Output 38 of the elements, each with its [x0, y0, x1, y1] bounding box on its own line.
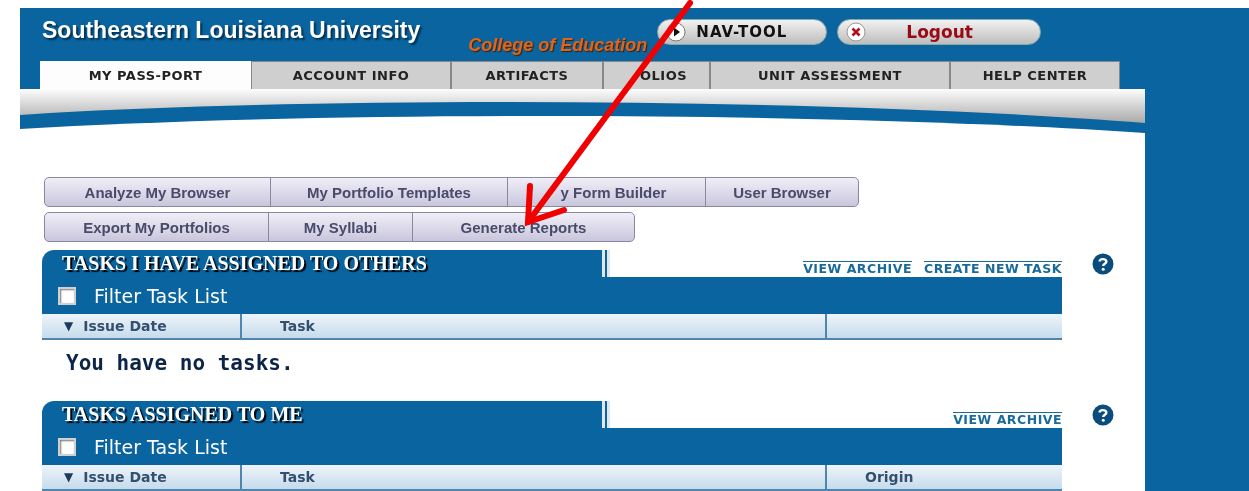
- toolbar-button[interactable]: User Browser: [705, 177, 859, 207]
- logout-button[interactable]: Logout: [837, 18, 1042, 45]
- nav-tab[interactable]: HELP CENTER: [950, 61, 1120, 89]
- filter-label: Filter Task List: [94, 284, 228, 307]
- column-label[interactable]: Issue Date: [83, 318, 167, 334]
- toolbar-button[interactable]: My Syllabi: [268, 212, 413, 242]
- toolbar-button[interactable]: Analyze My Browser: [44, 177, 271, 207]
- nav-tool-button[interactable]: NAV-TOOL: [657, 18, 828, 45]
- section-link[interactable]: VIEW ARCHIVE: [803, 261, 912, 276]
- section-title: TASKS I HAVE ASSIGNED TO OTHERS: [42, 250, 610, 277]
- filter-label: Filter Task List: [94, 435, 228, 458]
- help-icon[interactable]: [1092, 253, 1114, 275]
- filter-checkbox[interactable]: [58, 437, 76, 456]
- toolbar-button[interactable]: My Portfolio Templates: [270, 177, 508, 207]
- section-link[interactable]: CREATE NEW TASK: [923, 261, 1062, 276]
- help-icon[interactable]: [1092, 404, 1114, 426]
- column-header: Origin: [825, 465, 1062, 489]
- nav-tab[interactable]: UNIT ASSESSMENT: [710, 61, 950, 89]
- section-title: TASKS ASSIGNED TO ME: [42, 401, 610, 428]
- column-label[interactable]: Issue Date: [83, 469, 167, 485]
- section-link[interactable]: VIEW ARCHIVE: [953, 412, 1062, 427]
- toolbar-button[interactable]: y Form Builder: [507, 177, 706, 207]
- toolbar-button[interactable]: Export My Portfolios: [44, 212, 269, 242]
- column-header: Task: [240, 465, 825, 489]
- site-title: Southeastern Louisiana University: [42, 17, 421, 44]
- empty-message: You have no tasks.: [65, 350, 295, 377]
- sort-arrow-icon[interactable]: ▼: [64, 319, 74, 333]
- nav-tab[interactable]: ARTIFACTS: [451, 61, 603, 89]
- column-header: Task: [240, 314, 825, 338]
- nav-tab[interactable]: OLIOS: [603, 61, 710, 89]
- toolbar-button[interactable]: Generate Reports: [412, 212, 635, 242]
- close-icon: [846, 21, 867, 42]
- sort-arrow-icon[interactable]: ▼: [64, 470, 74, 484]
- nav-tab[interactable]: MY PASS-PORT: [40, 61, 251, 89]
- nav-tab[interactable]: ACCOUNT INFO: [251, 61, 451, 89]
- college-title: College of Education: [468, 35, 648, 56]
- filter-checkbox[interactable]: [58, 286, 76, 305]
- play-icon: [666, 21, 687, 42]
